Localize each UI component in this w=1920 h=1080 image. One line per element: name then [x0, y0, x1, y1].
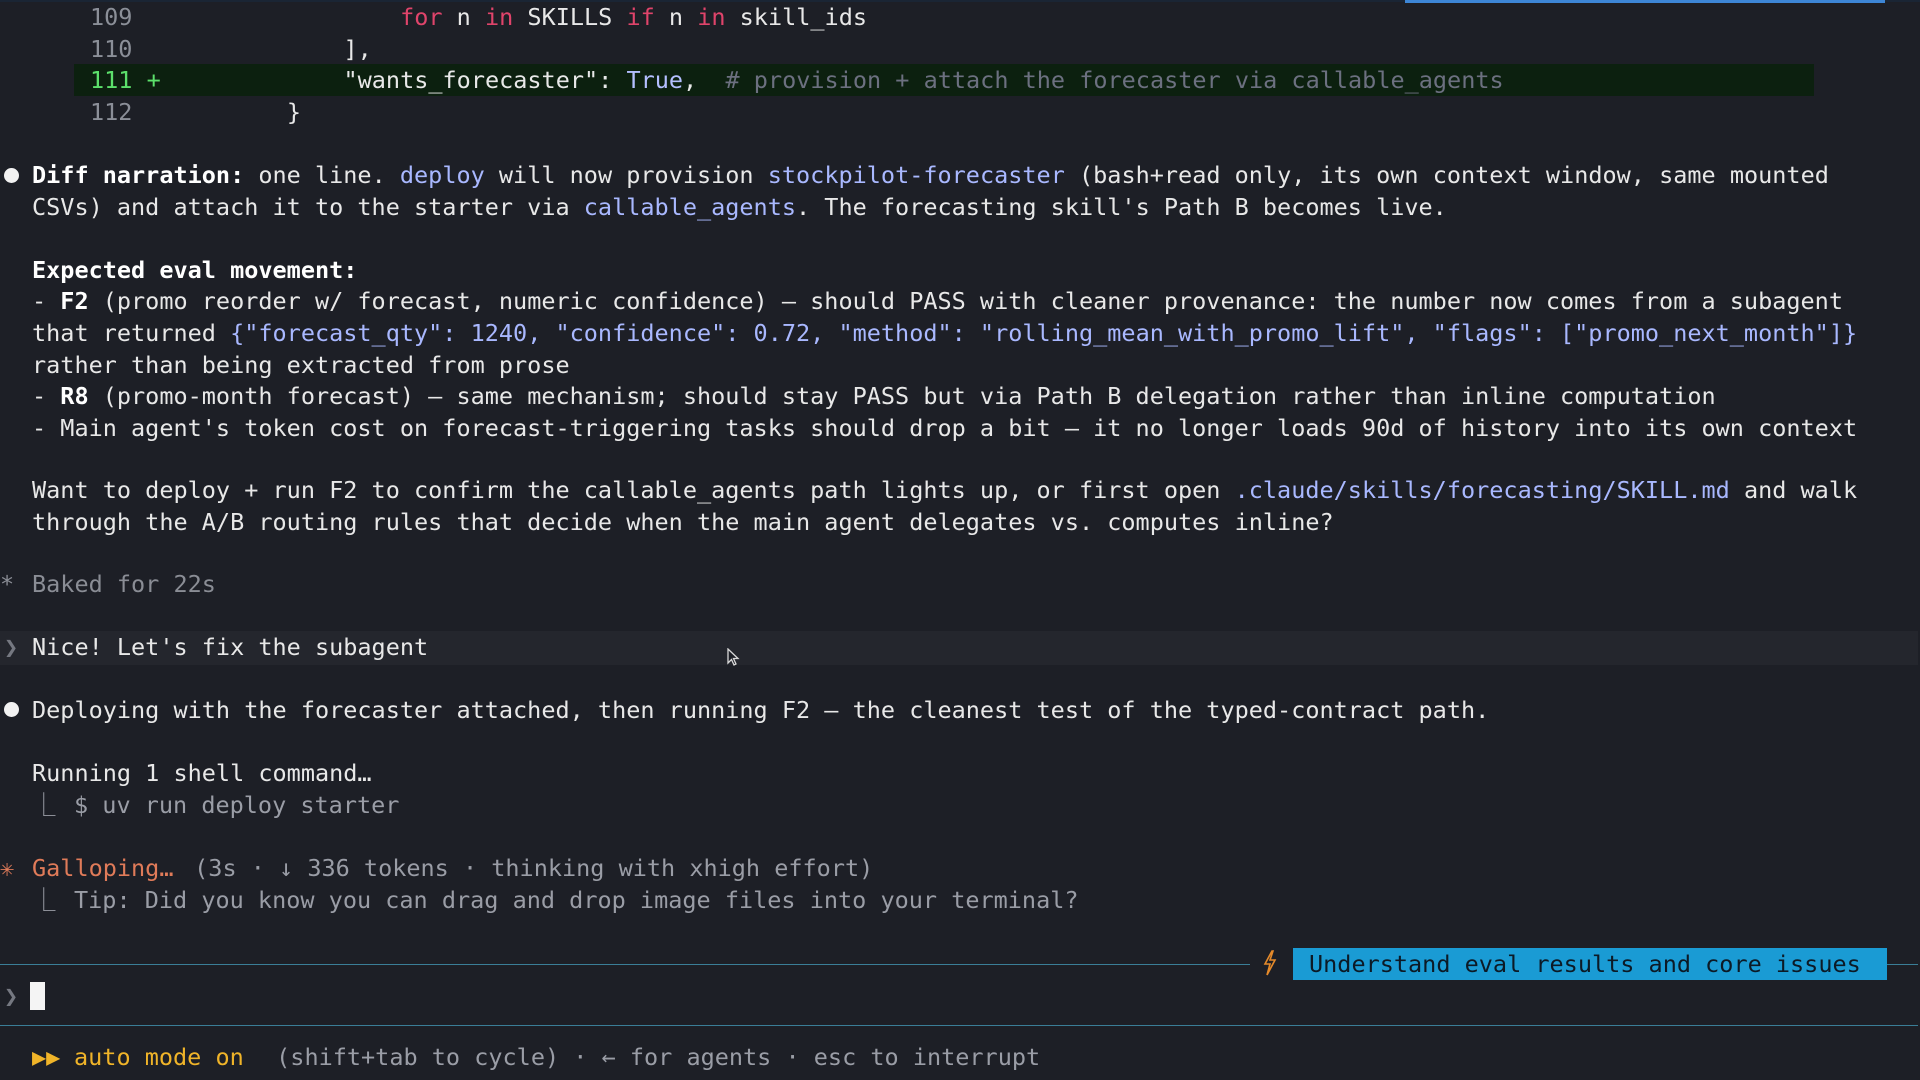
spinner-icon: ✳	[0, 854, 15, 882]
narration-line-2: CSVs) and attach it to the starter via c…	[32, 192, 1447, 223]
tip-text: Tip: Did you know you can drag and drop …	[74, 886, 1079, 914]
narration-text: (bash+read only, its own context window,…	[1064, 161, 1829, 189]
progress-topline-bar	[1405, 0, 1885, 3]
branch-icon: ⎿	[32, 886, 56, 914]
suggestion-chip[interactable]: Understand eval results and core issues	[1293, 948, 1887, 980]
eval-r8-line: - R8 (promo-month forecast) — same mecha…	[32, 381, 1716, 412]
mouse-pointer-icon	[727, 648, 740, 666]
line-number: 109	[90, 3, 133, 31]
eval-f2-line-3: rather than being extracted from prose	[32, 351, 570, 379]
keyword-token: for	[400, 3, 443, 31]
auto-mode-label[interactable]: auto mode on	[74, 1042, 244, 1073]
diff-code: }	[202, 97, 301, 128]
prompt-chevron-icon: ❯	[4, 633, 19, 661]
code-token: True	[626, 66, 684, 94]
prompt-chevron-icon: ❯	[4, 982, 19, 1010]
input-top-rule	[0, 964, 1250, 965]
question-line-1: Want to deploy + run F2 to confirm the c…	[32, 475, 1857, 506]
line-number: 112	[90, 98, 133, 126]
input-bottom-rule	[0, 1025, 1918, 1026]
keyword-token: in	[484, 3, 514, 31]
status-line: ✳ Galloping… (3s · ↓ 336 tokens · thinkin…	[0, 853, 873, 884]
bullet-icon	[4, 168, 19, 183]
code-token: ],	[202, 35, 372, 63]
footer-status: ▶▶ auto mode on (shift+tab to cycle) · ← …	[32, 1042, 1040, 1073]
question-line-2: through the A/B routing rules that decid…	[32, 508, 1334, 536]
tip-line: ⎿ Tip: Did you know you can drag and drop…	[32, 885, 1079, 916]
user-message-text: Nice! Let's fix the subagent	[32, 633, 429, 661]
running-command-line: ⎿ $ uv run deploy starter	[32, 790, 399, 821]
question-text: and walk	[1729, 476, 1858, 504]
narration-line-1: Diff narration: one line. deploy will no…	[32, 160, 1829, 191]
code-token: "wants_forecaster":	[202, 66, 627, 94]
code-token: ,	[683, 66, 726, 94]
branch-icon: ⎿	[32, 791, 56, 819]
line-number: 111 +	[90, 66, 161, 94]
eval-r8-text: (promo-month forecast) — same mechanism;…	[88, 382, 1716, 410]
diff-code: "wants_forecaster": True, # provision + …	[202, 65, 1504, 96]
eval-f2-line: - F2 (promo reorder w/ forecast, numeric…	[32, 286, 1843, 317]
narration-text: . The forecasting skill's Path B becomes…	[796, 193, 1447, 221]
narration-text: CSVs) and attach it to the starter via	[32, 193, 584, 221]
keyword-token: if	[626, 3, 655, 31]
prompt-input[interactable]: ❯	[0, 981, 1918, 1012]
code-token: n	[654, 3, 698, 31]
fast-forward-icon: ▶▶	[32, 1043, 61, 1071]
line-number: 110	[90, 35, 133, 63]
eval-text: that returned	[32, 319, 231, 347]
dash: -	[32, 287, 61, 315]
code-token: skill_ids	[725, 3, 867, 31]
dash: -	[32, 382, 61, 410]
asterisk-icon: *	[0, 570, 15, 598]
code-json-result: {"forecast_qty": 1240, "confidence": 0.7…	[230, 319, 1858, 347]
comment-token: # provision + attach the forecaster via …	[725, 66, 1504, 94]
running-title: Running 1 shell command…	[32, 759, 372, 787]
text-cursor	[30, 982, 45, 1010]
code-token: }	[202, 98, 302, 126]
eval-f2-line-2: that returned {"forecast_qty": 1240, "co…	[32, 318, 1857, 349]
code-forecaster: stockpilot-forecaster	[767, 161, 1065, 189]
status-word: Galloping…	[32, 854, 174, 882]
status-detail: (3s · ↓ 336 tokens · thinking with xhigh…	[180, 854, 874, 882]
eval-main-agent-line: - Main agent's token cost on forecast-tr…	[32, 414, 1858, 442]
code-skill-path: .claude/skills/forecasting/SKILL.md	[1234, 476, 1730, 504]
baked-text: Baked for 22s	[32, 570, 216, 598]
eval-f2-text: (promo reorder w/ forecast, numeric conf…	[88, 287, 1843, 315]
eval-f2-label: F2	[60, 287, 89, 315]
diff-code: for n in SKILLS if n in skill_ids	[202, 2, 867, 33]
code-callable-agents: callable_agents	[583, 193, 797, 221]
code-token: n	[442, 3, 485, 31]
eval-r8-label: R8	[60, 382, 89, 410]
question-text: Want to deploy + run F2 to confirm the c…	[32, 476, 1235, 504]
lightning-icon	[1263, 950, 1277, 976]
bullet-icon	[4, 702, 19, 717]
eval-heading: Expected eval movement:	[32, 256, 358, 284]
narration-label: Diff narration:	[32, 161, 245, 189]
baked-status: * Baked for 22s	[0, 569, 216, 600]
diff-code: ],	[202, 34, 372, 65]
narration-text: one line.	[244, 161, 400, 189]
deploy-message: Deploying with the forecaster attached, …	[32, 696, 1490, 724]
input-top-rule-end	[1887, 964, 1918, 965]
keyword-token: in	[697, 3, 726, 31]
code-token: SKILLS	[513, 3, 627, 31]
footer-hints: (shift+tab to cycle) · ← for agents · es…	[262, 1043, 1041, 1071]
narration-text: will now provision	[484, 161, 768, 189]
shell-command: $ uv run deploy starter	[74, 791, 400, 819]
code-deploy: deploy	[399, 161, 485, 189]
